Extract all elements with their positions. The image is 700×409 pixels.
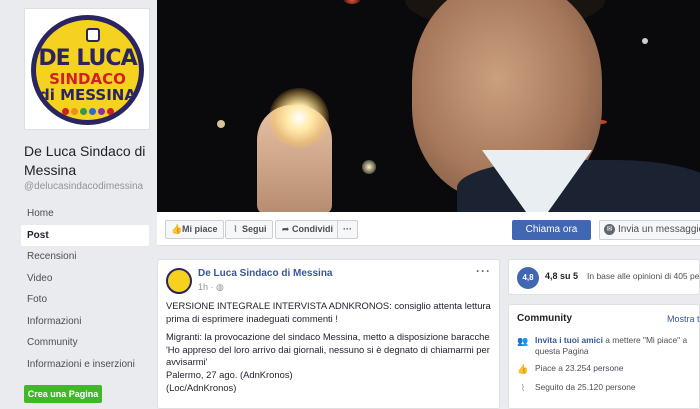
- rating-badge: 4,8: [517, 267, 539, 289]
- firework-spark: [642, 38, 648, 44]
- cover-photo[interactable]: [157, 0, 700, 212]
- firework-spark: [217, 120, 225, 128]
- nav-item-post[interactable]: Post: [21, 224, 149, 246]
- community-title: Community: [517, 313, 572, 324]
- follow-button[interactable]: ⌇ Segui: [225, 220, 273, 239]
- page-nav: Home Post Recensioni Video Foto Informaz…: [21, 203, 149, 375]
- profile-picture[interactable]: DE LUCA SINDACO di MESSINA: [24, 8, 150, 130]
- message-label: Invia un messaggio: [618, 224, 700, 235]
- left-column: DE LUCA SINDACO di MESSINA De Luca Sinda…: [0, 0, 156, 409]
- call-now-button[interactable]: Chiama ora: [512, 220, 591, 240]
- share-arrow-icon: ➦: [281, 224, 290, 234]
- post-options-button[interactable]: ···: [476, 264, 491, 278]
- more-actions-button[interactable]: ···: [337, 220, 358, 239]
- page-title[interactable]: De Luca Sindaco di Messina: [24, 142, 154, 180]
- page-logo: DE LUCA SINDACO di MESSINA: [31, 15, 144, 125]
- rating-card[interactable]: 4,8 4,8 su 5 In base alle opinioni di 40…: [508, 259, 700, 295]
- likes-count: Piace a 23.254 persone: [535, 363, 624, 373]
- people-icon: 👥: [517, 336, 529, 346]
- community-card: Community Mostra tutto 👥 Invita i tuoi a…: [508, 304, 700, 409]
- post-text: VERSIONE INTEGRALE INTERVISTA ADNKRONOS:…: [166, 300, 491, 394]
- rss-icon: ⌇: [520, 383, 526, 393]
- thumbs-up-icon: 👍: [517, 364, 529, 374]
- post-paragraph: Migranti: la provocazione del sindaco Me…: [166, 331, 490, 343]
- post-author-avatar[interactable]: [166, 268, 192, 294]
- logo-line-1: DE LUCA: [38, 46, 137, 71]
- sparkler: [269, 88, 329, 148]
- post-paragraph: 'Ho appreso del loro arrivo dai giornali…: [166, 343, 490, 368]
- globe-icon: ◍: [216, 282, 224, 292]
- like-hand-icon: [86, 28, 100, 42]
- post-card: De Luca Sindaco di Messina 1h · ◍ ··· VE…: [157, 259, 500, 409]
- rating-basis: In base alle opinioni di 405 persone: [587, 271, 700, 281]
- nav-item-video[interactable]: Video: [21, 268, 149, 290]
- post-paragraph: (Loc/AdnKronos): [166, 381, 237, 393]
- logo-line-3: di MESSINA: [39, 86, 136, 104]
- nav-item-info-inserzioni[interactable]: Informazioni e inserzioni: [21, 354, 149, 376]
- post-time-text: 1h ·: [198, 282, 217, 292]
- nav-item-informazioni[interactable]: Informazioni: [21, 311, 149, 333]
- community-see-all-link[interactable]: Mostra tutto: [667, 314, 700, 324]
- logo-dots: [36, 108, 139, 115]
- create-page-button[interactable]: Crea una Pagina: [24, 385, 102, 403]
- share-button[interactable]: ➦ Condividi: [275, 220, 339, 239]
- followers-count: Seguito da 25.120 persone: [535, 382, 636, 392]
- like-button[interactable]: 👍Mi piace: [165, 220, 224, 239]
- rss-icon: ⌇: [233, 224, 238, 234]
- share-label: Condividi: [292, 224, 333, 234]
- post-author-link[interactable]: De Luca Sindaco di Messina: [198, 268, 332, 279]
- post-paragraph: Palermo, 27 ago. (AdnKronos): [166, 368, 293, 380]
- rating-score: 4,8 su 5: [545, 271, 579, 281]
- post-paragraph: VERSIONE INTEGRALE INTERVISTA ADNKRONOS:…: [166, 300, 491, 324]
- firework-glow: [343, 0, 361, 4]
- page-handle[interactable]: @delucasindacodimessina: [24, 181, 143, 192]
- messenger-icon: ✉: [604, 224, 615, 235]
- nav-item-community[interactable]: Community: [21, 332, 149, 354]
- page-action-bar: 👍Mi piace ⌇ Segui ➦ Condividi ··· Chiama o…: [157, 212, 700, 246]
- nav-item-home[interactable]: Home: [21, 203, 149, 225]
- send-message-button[interactable]: ✉ Invia un messaggio: [599, 220, 700, 240]
- nav-item-foto[interactable]: Foto: [21, 289, 149, 311]
- follow-label: Segui: [242, 224, 267, 234]
- thumbs-up-icon: 👍: [171, 224, 183, 234]
- post-timestamp[interactable]: 1h · ◍: [198, 282, 224, 293]
- nav-item-recensioni[interactable]: Recensioni: [21, 246, 149, 268]
- invite-friends-link[interactable]: Invita i tuoi amici: [535, 335, 603, 345]
- firework-spark: [362, 160, 376, 174]
- like-label: Mi piace: [182, 224, 218, 234]
